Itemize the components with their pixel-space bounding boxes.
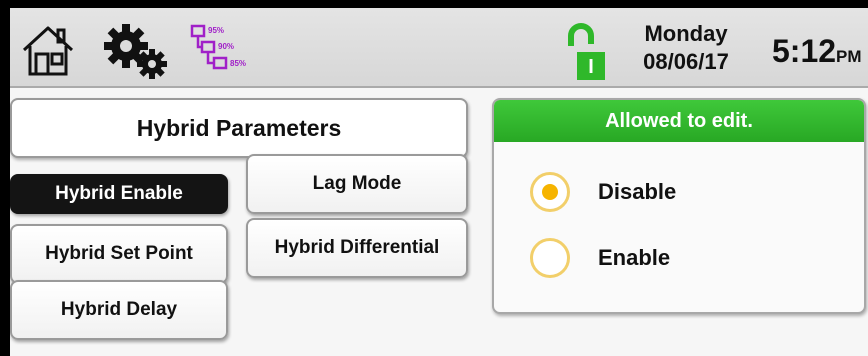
date-label: 08/06/17: [643, 49, 729, 74]
clock: 5:12PM: [772, 34, 862, 74]
time-label: 5:12: [772, 33, 837, 69]
home-icon[interactable]: [18, 20, 78, 80]
gear-icon[interactable]: [100, 22, 170, 80]
option-disable[interactable]: Disable: [530, 172, 676, 212]
hybrid-delay-button[interactable]: Hybrid Delay: [10, 280, 228, 340]
day-label: Monday: [644, 21, 728, 46]
hybrid-set-point-button[interactable]: Hybrid Set Point: [10, 224, 228, 284]
option-enable[interactable]: Enable: [530, 238, 670, 278]
unlock-icon[interactable]: I: [563, 22, 607, 84]
lock-letter: I: [588, 56, 594, 78]
radio-enable[interactable]: [530, 238, 570, 278]
hierarchy-tree-icon[interactable]: 95% 90% 85%: [188, 22, 268, 80]
tree-label-2: 90%: [218, 42, 234, 51]
tree-label-3: 85%: [230, 59, 246, 68]
tree-label-1: 95%: [208, 26, 224, 35]
radio-disable[interactable]: [530, 172, 570, 212]
ampm-label: PM: [836, 47, 862, 66]
radio-selected-dot: [542, 184, 558, 200]
page-title: Hybrid Parameters: [10, 98, 468, 158]
panel-header: Allowed to edit.: [494, 100, 864, 142]
edit-panel: Allowed to edit. Disable Enable: [492, 98, 866, 314]
top-bar: 95% 90% 85% I Monday 08/06/17 5:12PM: [10, 8, 868, 88]
date-display: Monday 08/06/17: [626, 20, 746, 76]
option-label: Enable: [598, 245, 671, 270]
hybrid-differential-button[interactable]: Hybrid Differential: [246, 218, 468, 278]
touch-screen: 95% 90% 85% I Monday 08/06/17 5:12PM Hyb…: [10, 8, 868, 356]
option-label: Disable: [598, 179, 677, 204]
lag-mode-button[interactable]: Lag Mode: [246, 154, 468, 214]
hybrid-enable-button[interactable]: Hybrid Enable: [10, 174, 228, 214]
